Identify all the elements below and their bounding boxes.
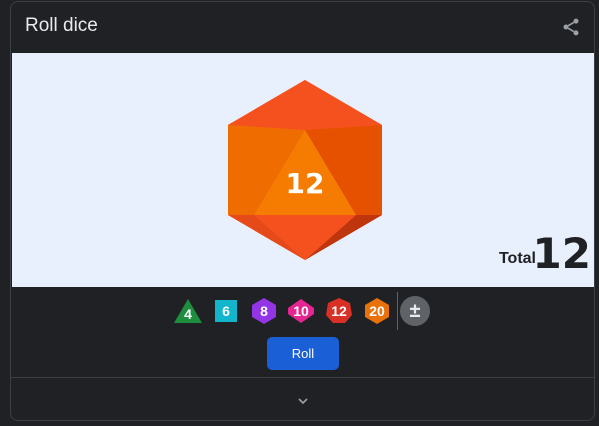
d12-label: 12 — [331, 303, 347, 319]
share-button[interactable] — [559, 15, 583, 39]
roll-button[interactable]: Roll — [267, 337, 339, 370]
d20-button[interactable]: 20 — [362, 296, 392, 326]
d4-label: 4 — [184, 306, 192, 322]
d10-label: 10 — [293, 303, 309, 319]
modifier-button[interactable]: ± — [400, 296, 430, 326]
total-value: 12 — [532, 229, 591, 278]
die-face-value: 12 — [286, 167, 325, 200]
dice-divider — [397, 292, 398, 330]
dice-roller-card: Roll dice 12 Total 12 4 6 8 10 12 20 ± R… — [10, 1, 595, 421]
d10-button[interactable]: 10 — [286, 296, 316, 326]
dice-stage: 12 Total 12 — [12, 53, 594, 287]
d20-die: 12 — [228, 80, 382, 260]
d20-label: 20 — [369, 303, 385, 319]
d6-button[interactable]: 6 — [211, 296, 241, 326]
expand-button[interactable] — [291, 389, 315, 413]
share-icon — [563, 18, 579, 36]
d6-label: 6 — [222, 303, 230, 319]
d8-button[interactable]: 8 — [249, 296, 279, 326]
chevron-down-icon — [298, 398, 308, 405]
d8-label: 8 — [260, 303, 268, 319]
card-header: Roll dice — [11, 2, 594, 52]
d4-button[interactable]: 4 — [173, 296, 203, 326]
widget-title: Roll dice — [25, 15, 98, 36]
d12-button[interactable]: 12 — [324, 296, 354, 326]
dice-selector: 4 6 8 10 12 20 ± — [11, 288, 594, 334]
footer-divider — [11, 377, 594, 378]
total-label: Total — [498, 250, 536, 267]
